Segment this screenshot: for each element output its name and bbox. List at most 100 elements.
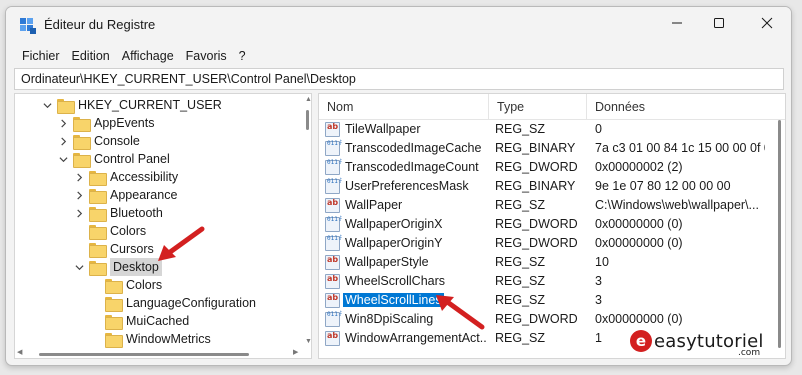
- red-arrow-icon: [158, 226, 205, 261]
- registry-editor-window: Éditeur du Registre Fichier Edition Affi…: [5, 6, 792, 366]
- value-name: TileWallpaper: [345, 122, 421, 136]
- table-row[interactable]: TranscodedImageCache REG_BINARY 7a c3 01…: [319, 139, 769, 158]
- maximize-icon: [714, 18, 724, 28]
- chevron-down-icon[interactable]: [57, 153, 69, 165]
- tree-item-languageconfiguration[interactable]: LanguageConfiguration: [105, 294, 256, 312]
- table-row[interactable]: WallpaperStyle REG_SZ 10: [319, 253, 769, 272]
- value-type: REG_SZ: [495, 198, 546, 212]
- tree-item-appearance[interactable]: Appearance: [73, 186, 177, 204]
- value-name: WallpaperOriginX: [345, 217, 443, 231]
- value-data: 3: [595, 293, 602, 307]
- tree-item-label: Control Panel: [94, 152, 170, 166]
- menu-edition[interactable]: Edition: [66, 46, 116, 66]
- scroll-left-icon[interactable]: ◀: [17, 348, 22, 356]
- column-header-type[interactable]: Type: [489, 94, 587, 120]
- table-row[interactable]: TranscodedImageCount REG_DWORD 0x0000000…: [319, 158, 769, 177]
- scrollbar-thumb[interactable]: [306, 110, 309, 130]
- string-value-icon: [325, 293, 340, 308]
- value-type: REG_BINARY: [495, 179, 576, 193]
- folder-icon: [73, 116, 91, 132]
- table-row[interactable]: WallPaper REG_SZ C:\Windows\web\wallpape…: [319, 196, 769, 215]
- tree-item-label: Cursors: [110, 242, 154, 256]
- value-data: 0x00000000 (0): [595, 312, 683, 326]
- value-name: WallPaper: [345, 198, 403, 212]
- list-vertical-scrollbar[interactable]: [774, 94, 784, 358]
- address-bar[interactable]: Ordinateur\HKEY_CURRENT_USER\Control Pan…: [14, 68, 784, 90]
- chevron-down-icon[interactable]: [73, 261, 85, 273]
- table-row[interactable]: Win8DpiScaling REG_DWORD 0x00000000 (0): [319, 310, 769, 329]
- scrollbar-thumb[interactable]: [39, 353, 249, 356]
- column-header-nom[interactable]: Nom: [319, 94, 489, 120]
- table-row-selected[interactable]: WheelScrollLines REG_SZ 3: [319, 291, 769, 310]
- binary-value-icon: [325, 141, 343, 156]
- chevron-right-icon[interactable]: [73, 189, 85, 201]
- chevron-right-icon[interactable]: [57, 135, 69, 147]
- value-data: 10: [595, 255, 609, 269]
- minimize-button[interactable]: [654, 7, 700, 39]
- tree-item-bluetooth[interactable]: Bluetooth: [73, 204, 163, 222]
- folder-icon: [89, 170, 107, 186]
- column-header-donnees[interactable]: Données: [587, 94, 773, 120]
- tree-item-label: Colors: [126, 278, 163, 292]
- binary-value-icon: [325, 179, 343, 194]
- chevron-down-icon[interactable]: [41, 99, 53, 111]
- folder-icon: [89, 260, 107, 276]
- table-row[interactable]: WallpaperOriginX REG_DWORD 0x00000000 (0…: [319, 215, 769, 234]
- tree-item-accessibility[interactable]: Accessibility: [73, 168, 178, 186]
- binary-value-icon: [325, 160, 343, 175]
- registry-editor-app-icon: [20, 18, 36, 34]
- value-type: REG_DWORD: [495, 217, 578, 231]
- list-header: Nom Type Données: [319, 94, 785, 120]
- string-value-icon: [325, 274, 340, 289]
- menu-help[interactable]: ?: [233, 46, 252, 66]
- chevron-right-icon[interactable]: [73, 207, 85, 219]
- easytutoriel-watermark: e easytutoriel .com: [630, 330, 764, 358]
- registry-values-list[interactable]: Nom Type Données TileWallpaper REG_SZ 0 …: [318, 93, 786, 359]
- string-value-icon: [325, 198, 340, 213]
- value-data: 0x00000000 (0): [595, 236, 683, 250]
- menu-favoris[interactable]: Favoris: [180, 46, 233, 66]
- table-row[interactable]: WallpaperOriginY REG_DWORD 0x00000000 (0…: [319, 234, 769, 253]
- tree-item-colors[interactable]: Colors: [89, 222, 146, 240]
- tree-item-windowmetrics[interactable]: WindowMetrics: [105, 330, 211, 348]
- menu-fichier[interactable]: Fichier: [16, 46, 66, 66]
- table-row[interactable]: UserPreferencesMask REG_BINARY 9e 1e 07 …: [319, 177, 769, 196]
- binary-value-icon: [325, 236, 343, 251]
- tree-item-desktop[interactable]: Desktop: [73, 258, 162, 276]
- tree-horizontal-scrollbar[interactable]: [15, 350, 305, 358]
- table-row[interactable]: TileWallpaper REG_SZ 0: [319, 120, 769, 139]
- value-name: WallpaperStyle: [345, 255, 429, 269]
- menu-affichage[interactable]: Affichage: [116, 46, 180, 66]
- close-icon: [761, 17, 773, 29]
- tree-item-appevents[interactable]: AppEvents: [57, 114, 154, 132]
- tree-item-cursors[interactable]: Cursors: [89, 240, 154, 258]
- watermark-suffix: .com: [738, 348, 761, 358]
- tree-item-desktop-colors[interactable]: Colors: [105, 276, 162, 294]
- tree-item-hkey-current-user[interactable]: HKEY_CURRENT_USER: [41, 96, 222, 114]
- value-data: 7a c3 01 00 84 1c 15 00 00 0f 0...: [595, 141, 765, 155]
- scroll-up-icon[interactable]: ▲: [305, 96, 311, 103]
- string-value-icon: [325, 331, 340, 346]
- value-type: REG_SZ: [495, 331, 546, 345]
- chevron-right-icon[interactable]: [73, 171, 85, 183]
- tree-vertical-scrollbar[interactable]: [304, 94, 311, 358]
- red-arrow-icon: [436, 295, 485, 330]
- tree-item-muicached[interactable]: MuiCached: [105, 312, 189, 330]
- binary-value-icon: [325, 312, 343, 327]
- scroll-right-icon[interactable]: ▶: [293, 348, 298, 356]
- tree-item-console[interactable]: Console: [57, 132, 140, 150]
- tree-item-label: Accessibility: [110, 170, 179, 184]
- tree-item-label: Desktop: [110, 258, 162, 276]
- tree-item-control-panel[interactable]: Control Panel: [57, 150, 170, 168]
- tree-item-label: WindowMetrics: [126, 332, 211, 346]
- chevron-right-icon[interactable]: [57, 117, 69, 129]
- close-button[interactable]: [744, 7, 790, 39]
- scroll-down-icon[interactable]: ▼: [305, 338, 311, 345]
- maximize-button[interactable]: [696, 7, 742, 39]
- table-row[interactable]: WheelScrollChars REG_SZ 3: [319, 272, 769, 291]
- folder-icon: [105, 314, 123, 330]
- folder-icon: [105, 278, 123, 294]
- value-name: TranscodedImageCache: [345, 141, 482, 155]
- scrollbar-thumb[interactable]: [778, 120, 781, 348]
- value-type: REG_DWORD: [495, 312, 578, 326]
